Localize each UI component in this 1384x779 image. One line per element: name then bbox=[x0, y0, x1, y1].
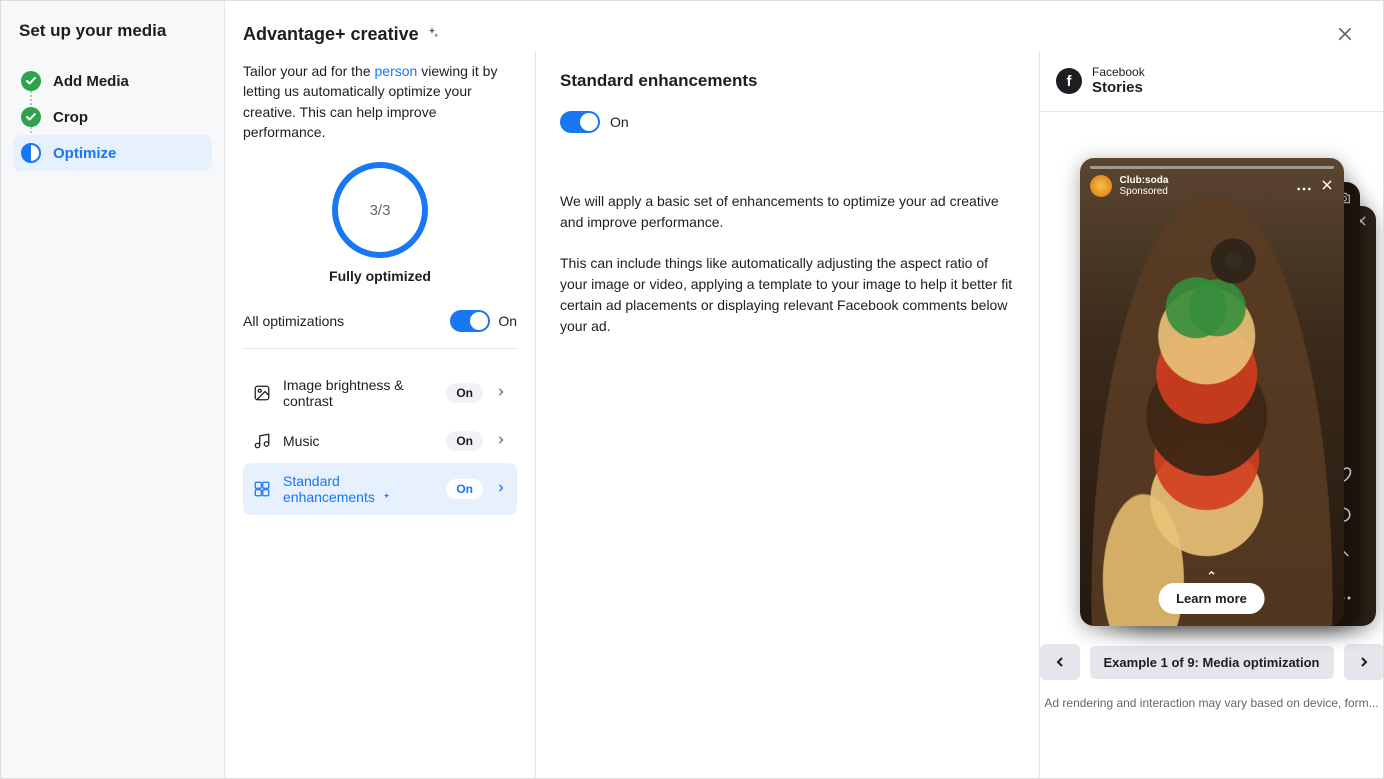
story-preview: Club:soda Sponsored bbox=[1080, 158, 1344, 626]
standard-enhancements-toggle[interactable] bbox=[560, 111, 600, 133]
toggle-status: On bbox=[610, 114, 629, 130]
check-icon bbox=[21, 71, 41, 91]
ad-image bbox=[1080, 158, 1344, 626]
progress-text: 3/3 bbox=[370, 202, 391, 219]
sidebar-title: Set up your media bbox=[13, 21, 212, 41]
story-card-front: Club:soda Sponsored bbox=[1080, 158, 1344, 626]
preview-panel: f Facebook Stories bbox=[1039, 51, 1383, 778]
progress-label: Fully optimized bbox=[329, 268, 431, 284]
main-header: Advantage+ creative bbox=[225, 1, 1383, 51]
check-icon bbox=[21, 107, 41, 127]
preview-surface: Stories bbox=[1092, 79, 1145, 97]
detail-paragraph-1: We will apply a basic set of enhancement… bbox=[560, 191, 1015, 233]
avatar bbox=[1090, 175, 1112, 197]
learn-more-button[interactable]: Learn more bbox=[1158, 583, 1265, 614]
detail-paragraph-2: This can include things like automatical… bbox=[560, 253, 1015, 337]
example-counter: Example 1 of 9: Media optimization bbox=[1090, 646, 1334, 679]
chevron-right-icon bbox=[495, 481, 507, 497]
chevron-right-icon bbox=[495, 433, 507, 449]
setup-sidebar: Set up your media Add Media Crop Optimiz… bbox=[1, 1, 225, 778]
status-pill: On bbox=[446, 431, 483, 451]
sponsored-label: Sponsored bbox=[1120, 186, 1169, 197]
opt-label: Standard enhancements bbox=[283, 473, 434, 505]
chevron-right-icon bbox=[495, 385, 507, 401]
facebook-icon: f bbox=[1056, 68, 1082, 94]
grid-icon bbox=[253, 480, 271, 498]
opt-label: Music bbox=[283, 433, 434, 449]
close-icon bbox=[1320, 178, 1334, 195]
detail-panel: Standard enhancements On We will apply a… bbox=[535, 51, 1039, 778]
preview-footnote: Ad rendering and interaction may vary ba… bbox=[1040, 684, 1383, 710]
sparkle-icon bbox=[425, 26, 439, 43]
next-example-button[interactable] bbox=[1344, 644, 1384, 680]
status-pill: On bbox=[446, 479, 483, 499]
preview-header: f Facebook Stories bbox=[1040, 51, 1383, 112]
preview-platform: Facebook bbox=[1092, 65, 1145, 79]
progress-ring: 3/3 bbox=[332, 162, 428, 258]
half-circle-icon bbox=[21, 143, 41, 163]
advertiser-name: Club:soda bbox=[1120, 175, 1169, 186]
close-button[interactable] bbox=[1329, 18, 1361, 50]
advantage-title: Advantage+ creative bbox=[243, 24, 419, 45]
step-label: Crop bbox=[53, 109, 88, 126]
music-icon bbox=[253, 432, 271, 450]
prev-example-button[interactable] bbox=[1040, 644, 1080, 680]
detail-title: Standard enhancements bbox=[560, 71, 1015, 91]
image-icon bbox=[253, 384, 271, 402]
more-icon bbox=[1296, 178, 1312, 195]
status-pill: On bbox=[446, 383, 483, 403]
optimize-panel: Tailor your ad for the person viewing it… bbox=[225, 51, 535, 778]
optimize-intro: Tailor your ad for the person viewing it… bbox=[243, 61, 517, 142]
step-crop[interactable]: Crop bbox=[13, 99, 212, 135]
person-link[interactable]: person bbox=[375, 63, 418, 79]
step-optimize[interactable]: Optimize bbox=[13, 135, 212, 171]
opt-row-standard-enhancements[interactable]: Standard enhancements On bbox=[243, 463, 517, 515]
chevron-up-icon bbox=[1205, 566, 1219, 581]
all-optimizations-toggle[interactable] bbox=[450, 310, 490, 332]
opt-row-brightness[interactable]: Image brightness & contrast On bbox=[243, 367, 517, 419]
opt-row-music[interactable]: Music On bbox=[243, 421, 517, 461]
all-optimizations-status: On bbox=[498, 313, 517, 329]
all-optimizations-label: All optimizations bbox=[243, 313, 344, 329]
step-label: Add Media bbox=[53, 73, 129, 90]
step-label: Optimize bbox=[53, 145, 116, 162]
step-add-media[interactable]: Add Media bbox=[13, 63, 212, 99]
story-progress-bar bbox=[1090, 166, 1334, 169]
opt-label: Image brightness & contrast bbox=[283, 377, 434, 409]
